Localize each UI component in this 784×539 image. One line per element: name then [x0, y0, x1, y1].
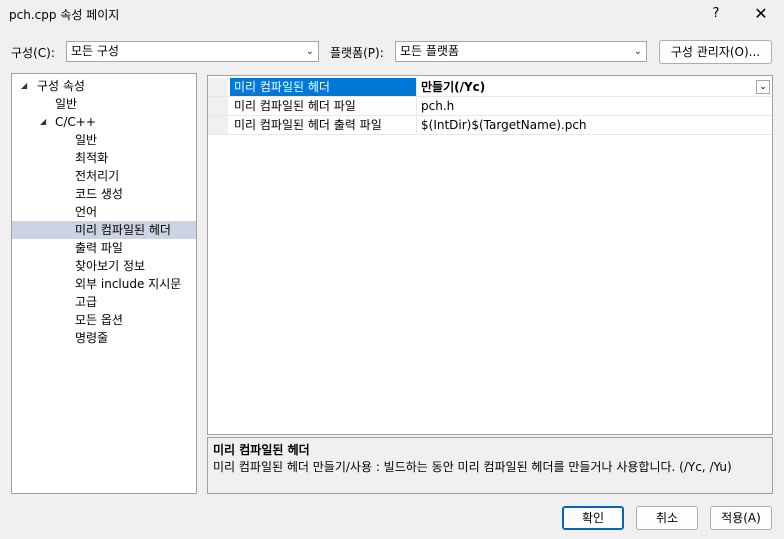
tree-item-cpp-child[interactable]: 최적화 — [12, 149, 196, 167]
tree-item-cpp-child[interactable]: 코드 생성 — [12, 185, 196, 203]
description-text: 미리 컴파일된 헤더 만들기/사용 : 빌드하는 동안 미리 컴파일된 헤더를 … — [213, 460, 732, 474]
config-label: 구성(C): — [11, 46, 55, 60]
config-value: 모든 구성 — [71, 44, 119, 58]
close-button[interactable]: ✕ — [744, 0, 778, 28]
apply-button[interactable]: 적용(A) — [710, 506, 772, 530]
property-value[interactable]: 만들기(/Yc) ⌄ — [416, 78, 772, 96]
grid-row[interactable]: 미리 컴파일된 헤더 파일 pch.h — [208, 97, 772, 116]
ok-button[interactable]: 확인 — [562, 506, 624, 530]
tree-item-cpp-child[interactable]: 언어 — [12, 203, 196, 221]
config-manager-button[interactable]: 구성 관리자(O)... — [659, 40, 772, 64]
tree-item-config-properties[interactable]: ◢ 구성 속성 — [12, 77, 196, 95]
property-name[interactable]: 미리 컴파일된 헤더 파일 — [230, 97, 416, 115]
property-value[interactable]: $(IntDir)$(TargetName).pch — [416, 116, 772, 134]
row-gutter — [208, 97, 228, 115]
tree-item-cpp-child[interactable]: 외부 include 지시문 — [12, 275, 196, 293]
tree-item-cpp-child[interactable]: 전처리기 — [12, 167, 196, 185]
tree-item-label: C/C++ — [55, 115, 96, 129]
tree-item-cpp-child[interactable]: 일반 — [12, 131, 196, 149]
tree-item-general[interactable]: 일반 — [12, 95, 196, 113]
expanded-triangle-icon[interactable]: ◢ — [21, 77, 27, 95]
tree-item-label: 명령줄 — [75, 331, 109, 345]
description-pane: 미리 컴파일된 헤더 미리 컴파일된 헤더 만들기/사용 : 빌드하는 동안 미… — [207, 437, 773, 494]
tree-item-label: 외부 include 지시문 — [75, 277, 182, 291]
tree-item-label: 찾아보기 정보 — [75, 259, 146, 273]
tree-item-cpp-child[interactable]: 출력 파일 — [12, 239, 196, 257]
chevron-down-icon[interactable]: ⌄ — [756, 80, 770, 94]
tree-item-label: 고급 — [75, 295, 98, 309]
tree-item-cpp-child[interactable]: 명령줄 — [12, 329, 196, 347]
tree-item-label: 일반 — [55, 97, 78, 111]
platform-label: 플랫폼(P): — [330, 46, 384, 60]
tree-item-label: 코드 생성 — [75, 187, 123, 201]
tree-item-label: 출력 파일 — [75, 241, 123, 255]
expanded-triangle-icon[interactable]: ◢ — [40, 113, 46, 131]
description-title: 미리 컴파일된 헤더 — [213, 443, 310, 457]
tree-item-label: 전처리기 — [75, 169, 120, 183]
property-value[interactable]: pch.h — [416, 97, 772, 115]
row-gutter — [208, 116, 228, 134]
tree-item-label: 구성 속성 — [37, 79, 85, 93]
grid-row[interactable]: 미리 컴파일된 헤더 출력 파일 $(IntDir)$(TargetName).… — [208, 116, 772, 135]
tree-item-cpp-child[interactable]: 찾아보기 정보 — [12, 257, 196, 275]
tree-item-cpp[interactable]: ◢ C/C++ — [12, 113, 196, 131]
property-name[interactable]: 미리 컴파일된 헤더 — [230, 78, 416, 96]
config-combo[interactable]: 모든 구성 ⌄ — [66, 41, 319, 62]
property-value-text: 만들기(/Yc) — [421, 80, 486, 94]
chevron-down-icon: ⌄ — [305, 46, 314, 57]
title-bar: pch.cpp 속성 페이지 ? ✕ — [0, 0, 784, 28]
grid-row[interactable]: 미리 컴파일된 헤더 만들기(/Yc) ⌄ — [208, 78, 772, 97]
tree-item-label: 미리 컴파일된 헤더 — [75, 223, 171, 237]
platform-combo[interactable]: 모든 플랫폼 ⌄ — [395, 41, 647, 62]
tree-item-cpp-child[interactable]: 미리 컴파일된 헤더 — [12, 221, 196, 239]
property-grid[interactable]: 미리 컴파일된 헤더 만들기(/Yc) ⌄ 미리 컴파일된 헤더 파일 pch.… — [207, 75, 773, 435]
cancel-button[interactable]: 취소 — [636, 506, 698, 530]
property-tree[interactable]: ◢ 구성 속성 일반 ◢ C/C++ 일반최적화전처리기코드 생성언어미리 컴파… — [11, 73, 197, 494]
platform-value: 모든 플랫폼 — [400, 44, 460, 58]
property-name[interactable]: 미리 컴파일된 헤더 출력 파일 — [230, 116, 416, 134]
window-title: pch.cpp 속성 페이지 — [9, 8, 120, 22]
chevron-down-icon: ⌄ — [633, 46, 642, 57]
tree-item-cpp-child[interactable]: 모든 옵션 — [12, 311, 196, 329]
tree-item-cpp-child[interactable]: 고급 — [12, 293, 196, 311]
tree-item-label: 모든 옵션 — [75, 313, 123, 327]
help-button[interactable]: ? — [700, 0, 732, 28]
tree-item-label: 일반 — [75, 133, 98, 147]
row-gutter — [208, 78, 228, 96]
tree-item-label: 최적화 — [75, 151, 109, 165]
tree-item-label: 언어 — [75, 205, 98, 219]
